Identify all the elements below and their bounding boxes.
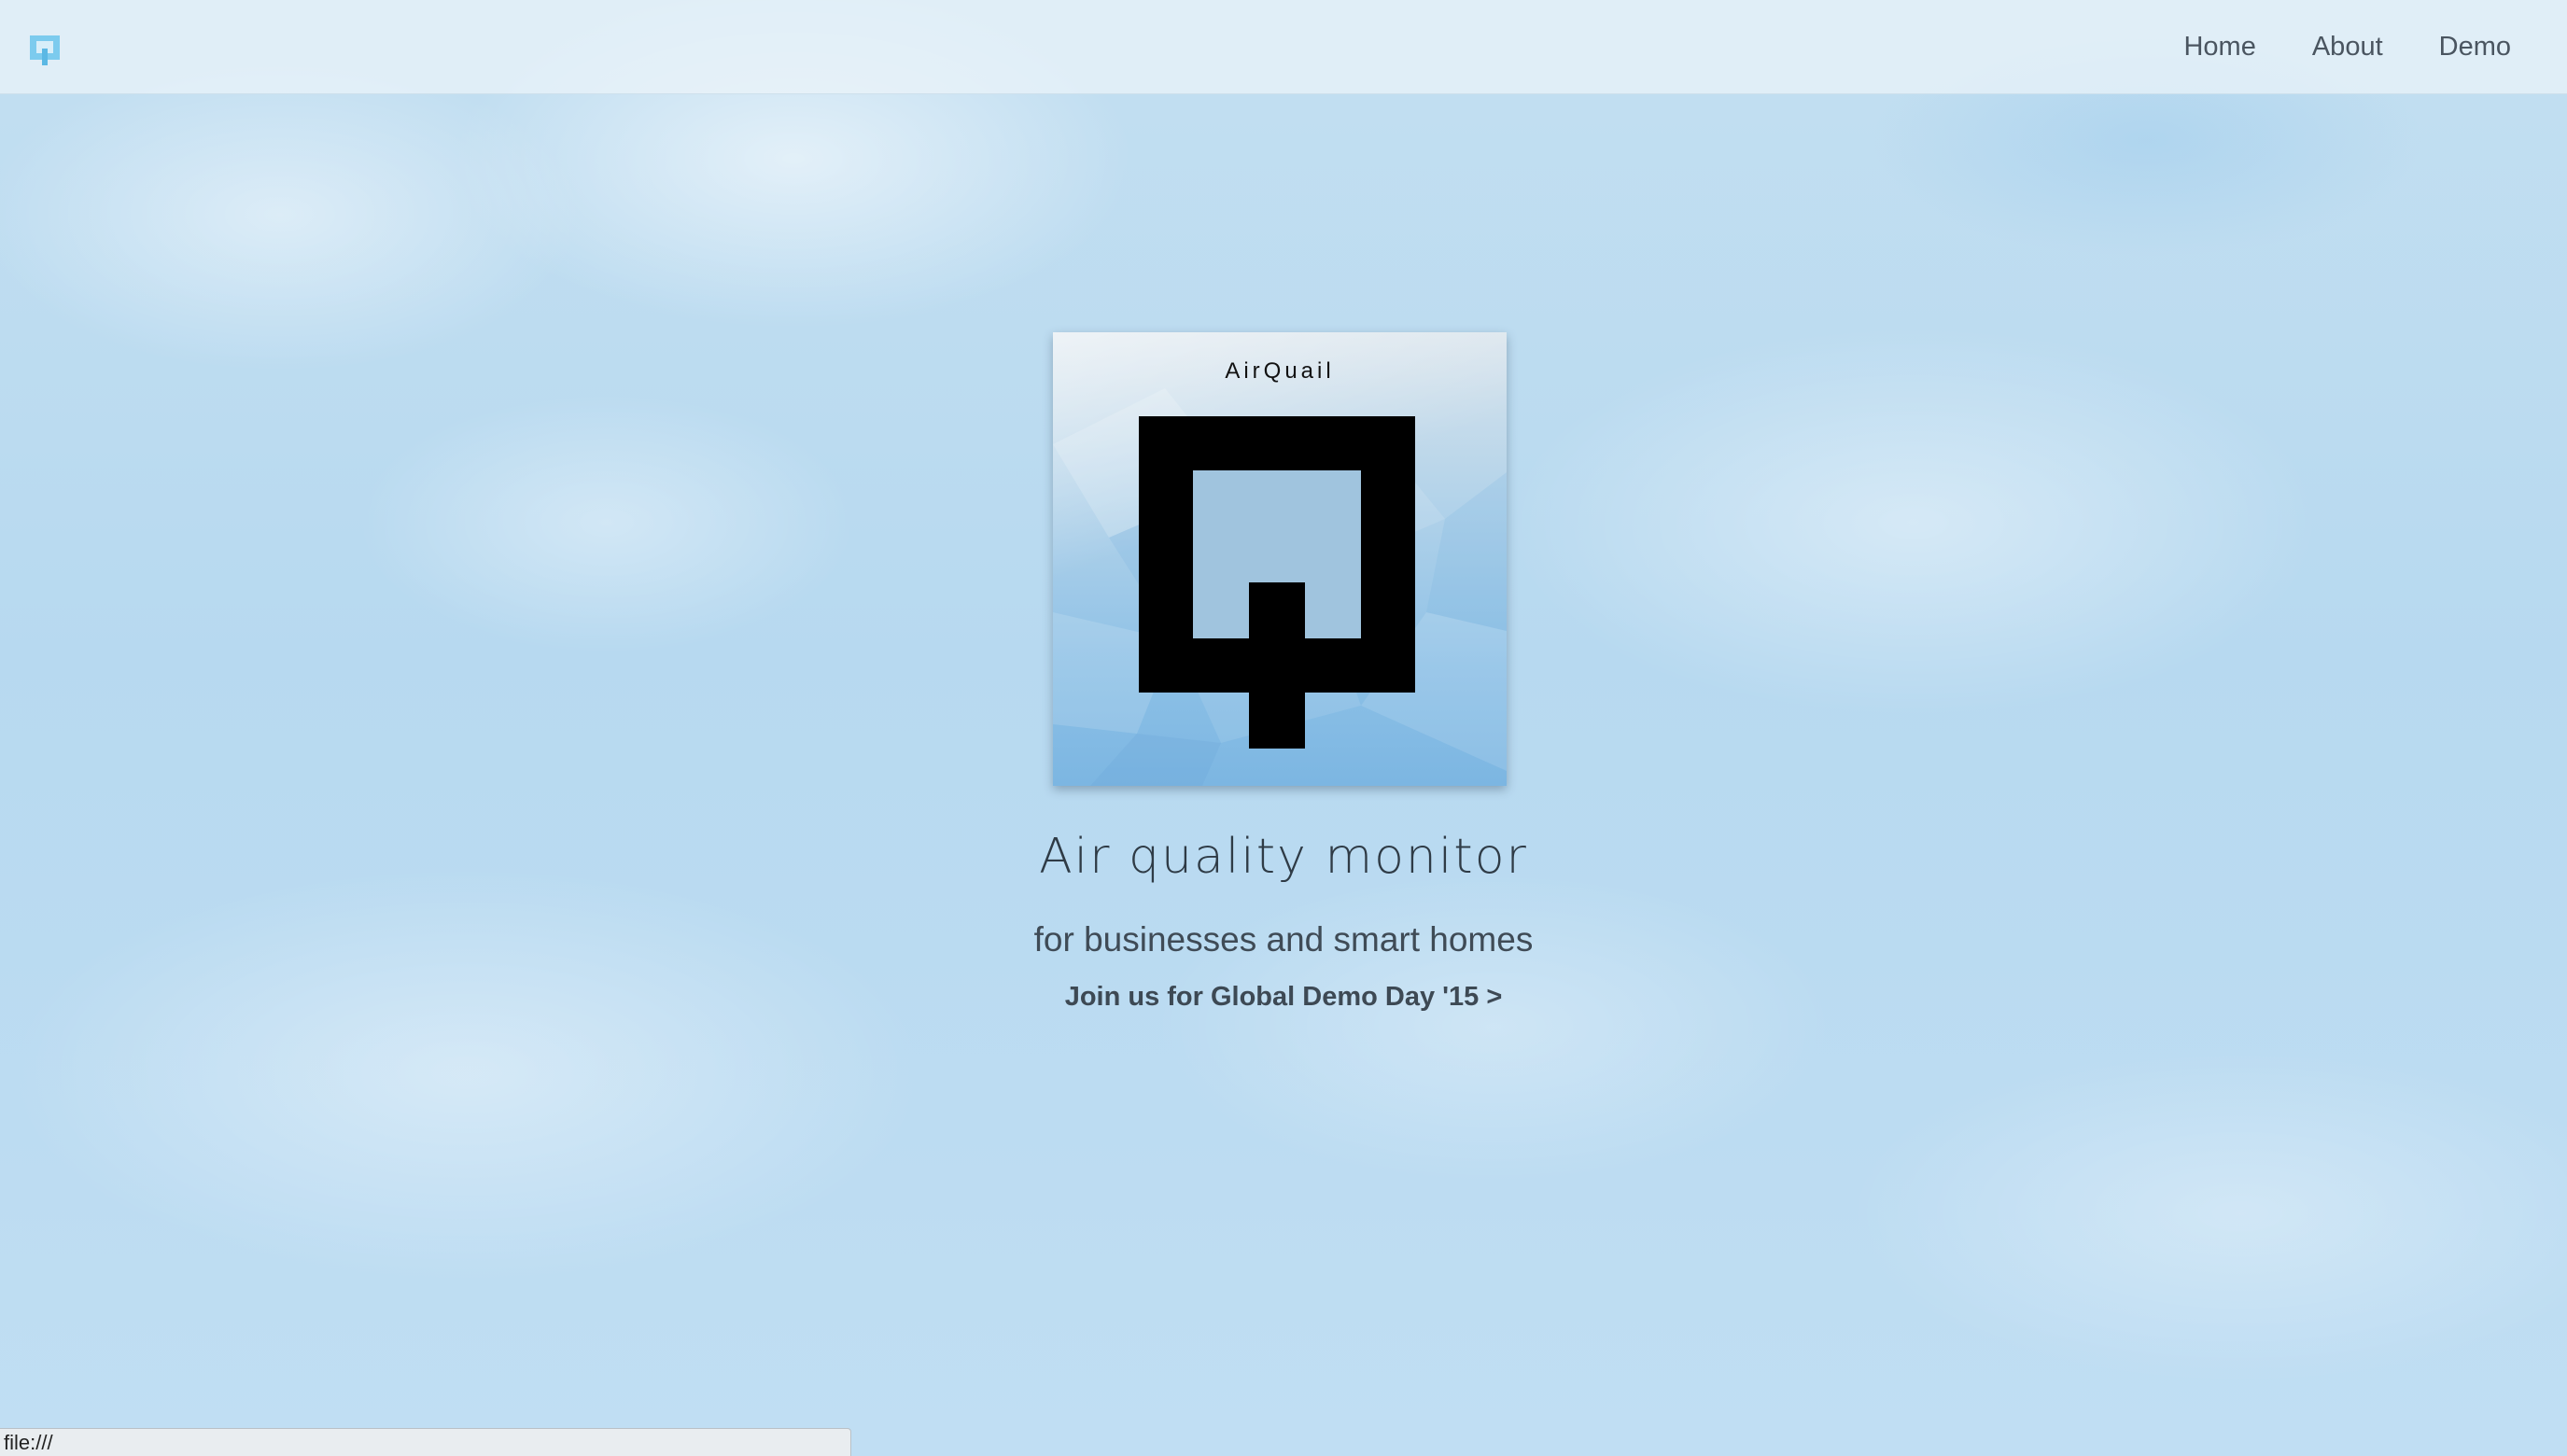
nav-about-link[interactable]: About	[2312, 32, 2383, 63]
hero-headline: Air quality monitor	[1039, 829, 1528, 885]
card-brand-title: AirQuail	[1225, 358, 1335, 384]
demo-day-cta-link[interactable]: Join us for Global Demo Day '15 >	[0, 982, 2567, 1013]
nav-demo-link[interactable]: Demo	[2439, 32, 2511, 63]
nav-links: Home About Demo	[2183, 0, 2511, 93]
airquail-logo-icon[interactable]	[30, 35, 60, 71]
q-logo-icon	[1139, 416, 1415, 749]
nav-home-link[interactable]: Home	[2183, 32, 2255, 63]
hero-subheadline: for businesses and smart homes	[1033, 920, 1534, 959]
top-navbar: Home About Demo	[0, 0, 2567, 94]
airquail-logo-card: AirQuail	[1053, 332, 1507, 786]
browser-status-bar: file:///	[0, 1428, 851, 1456]
status-url: file:///	[4, 1431, 53, 1454]
